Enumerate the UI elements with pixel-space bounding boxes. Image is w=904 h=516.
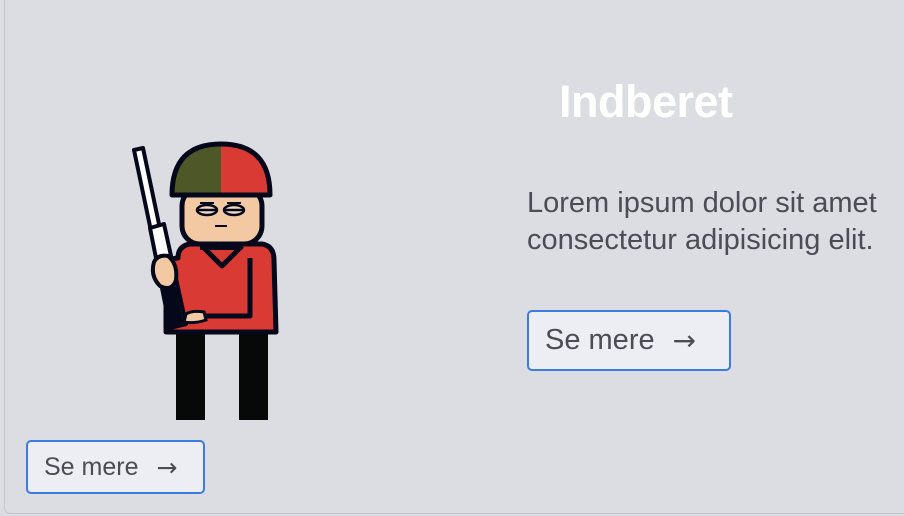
arrow-right-icon: → bbox=[156, 452, 178, 482]
helmet bbox=[169, 141, 273, 198]
soldier-lower-hand bbox=[182, 309, 208, 325]
page-title: Indberet bbox=[559, 76, 733, 127]
soldier-left-leg bbox=[176, 330, 205, 420]
see-more-button[interactable]: Se mere → bbox=[527, 310, 731, 371]
see-more-label: Se mere bbox=[545, 324, 655, 356]
hero-description: Lorem ipsum dolor sit amet consectetur a… bbox=[527, 187, 877, 256]
soldier-hand bbox=[150, 253, 179, 290]
soldier-right-leg bbox=[239, 330, 268, 420]
see-more-button-secondary[interactable]: Se mere → bbox=[26, 440, 205, 494]
arrow-right-icon: → bbox=[672, 324, 697, 357]
soldier-illustration bbox=[132, 141, 279, 420]
see-more-label: Se mere bbox=[44, 452, 139, 481]
